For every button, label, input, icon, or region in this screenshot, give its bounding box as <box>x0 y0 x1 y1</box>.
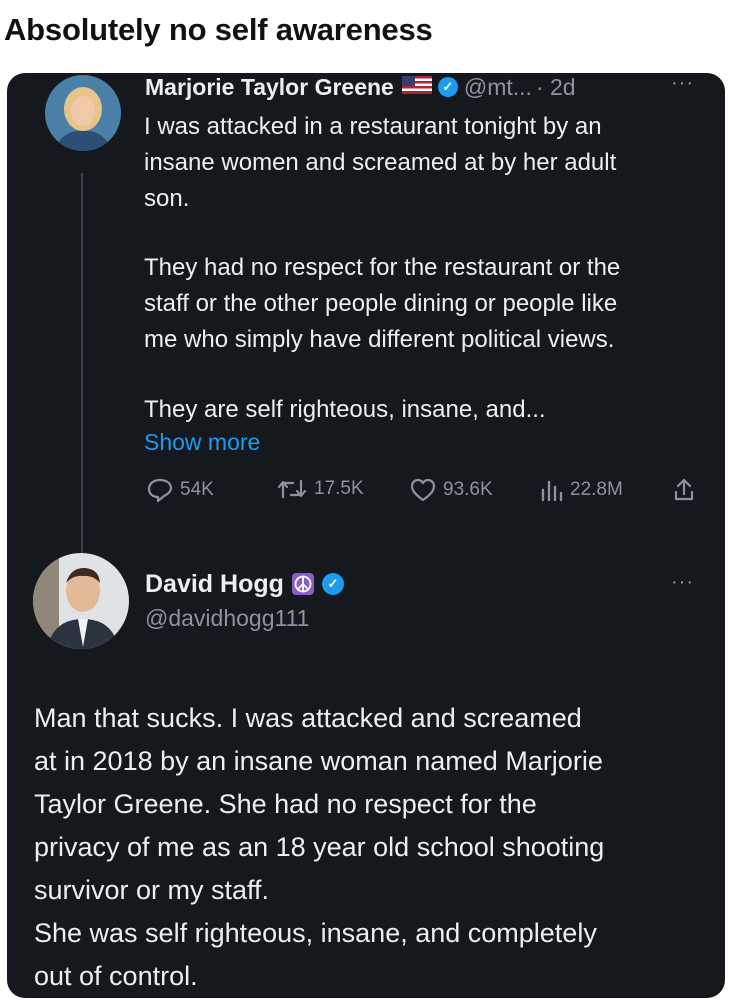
tweet1-paragraph-2: They had no respect for the restaurant o… <box>144 254 621 353</box>
like-button[interactable]: 93.6K <box>410 478 493 502</box>
views-count: 22.8M <box>570 479 623 500</box>
verified-badge-icon: ✓ <box>437 77 458 97</box>
like-count: 93.6K <box>443 479 493 500</box>
mtg-name[interactable]: Marjorie Taylor Greene <box>145 74 394 101</box>
post-title: Absolutely no self awareness <box>4 12 433 47</box>
more-options-icon[interactable]: ··· <box>671 73 694 95</box>
retweet-icon <box>277 479 307 499</box>
hogg-avatar[interactable] <box>33 553 129 649</box>
tweet1-paragraph-1: I was attacked in a restaurant tonight b… <box>144 113 617 212</box>
us-flag-icon <box>401 75 432 99</box>
mtg-name-row: Marjorie Taylor Greene ✓ @mt... · 2d <box>145 73 576 101</box>
share-button[interactable] <box>673 478 702 502</box>
retweet-button[interactable]: 17.5K <box>277 478 364 500</box>
screenshot-card: Marjorie Taylor Greene ✓ @mt... · 2d ···… <box>7 73 725 998</box>
tweet1-time[interactable]: · 2d <box>536 74 576 101</box>
tweet1-actions: 54K 17.5K 93.6K 22.8M <box>147 478 702 508</box>
tweet1-paragraph-3: They are self righteous, insane, and... <box>144 396 546 423</box>
views-button[interactable]: 22.8M <box>539 478 623 502</box>
show-more-link[interactable]: Show more <box>144 429 260 456</box>
reply-count: 54K <box>180 479 214 500</box>
retweet-count: 17.5K <box>314 478 364 499</box>
tweet2-text: Man that sucks. I was attacked and screa… <box>34 703 605 991</box>
share-icon <box>674 478 694 501</box>
verified-badge-icon: ✓ <box>321 573 344 595</box>
hogg-handle[interactable]: @davidhogg111 <box>145 605 309 632</box>
reply-button[interactable]: 54K <box>147 478 214 502</box>
more-options-icon[interactable]: ··· <box>671 571 694 594</box>
reply-icon <box>147 478 173 502</box>
peace-symbol-icon <box>291 573 314 595</box>
views-icon <box>541 480 563 502</box>
mtg-handle[interactable]: @mt... <box>464 74 532 101</box>
hogg-name[interactable]: David Hogg <box>145 570 284 599</box>
mtg-avatar[interactable] <box>45 75 121 151</box>
hogg-name-row: David Hogg ✓ <box>145 569 344 599</box>
like-icon <box>410 478 436 502</box>
